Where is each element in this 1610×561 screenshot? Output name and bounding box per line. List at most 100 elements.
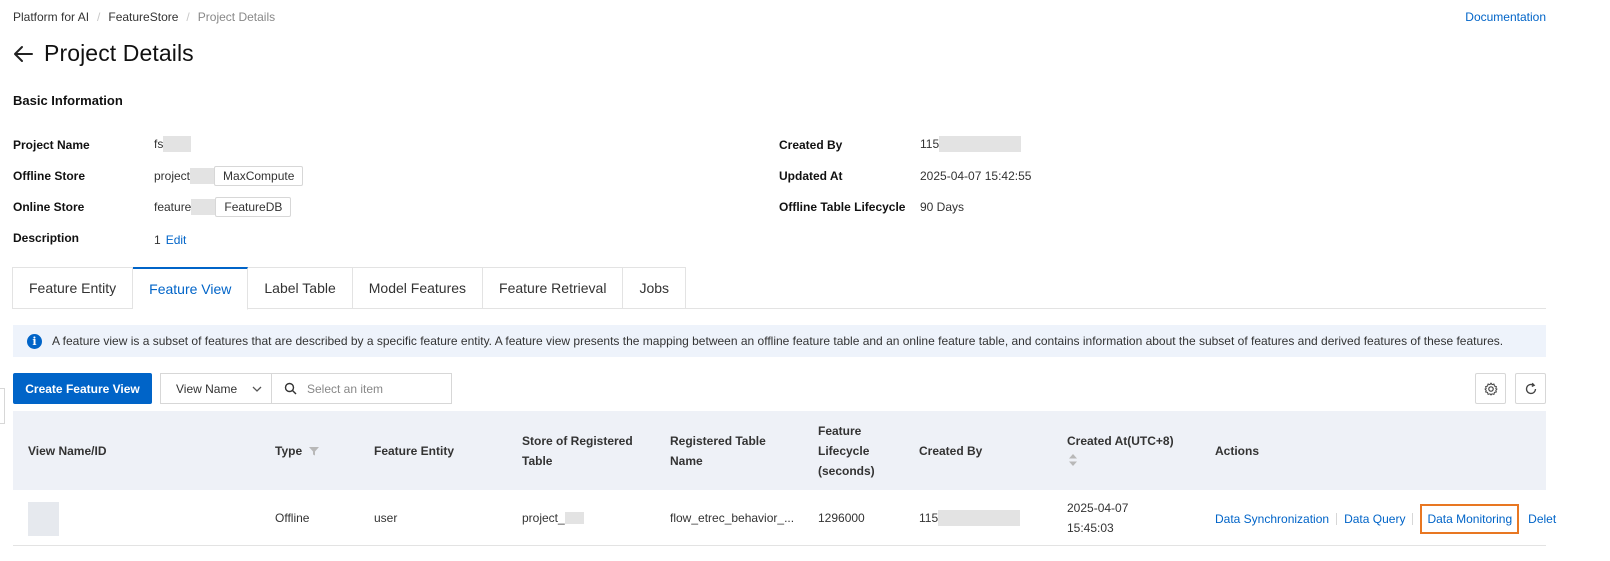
created-by-text: 115 — [920, 137, 940, 151]
lifecycle-value: 90 Days — [920, 200, 965, 214]
redacted-mask — [190, 168, 215, 184]
cell-created-date: 2025-04-07 — [1067, 501, 1129, 515]
refresh-icon — [1525, 382, 1536, 394]
cell-created-by-text: 115 — [919, 511, 939, 525]
tab-bar: Feature Entity Feature View Label Table … — [12, 267, 1546, 310]
cell-type: Offline — [275, 511, 310, 525]
cell-entity: user — [374, 511, 398, 525]
column-header-lifecycle-line: Feature — [818, 424, 862, 438]
gear-icon — [1484, 382, 1497, 395]
redacted-mask — [163, 136, 192, 152]
breadcrumb: Platform for AI / FeatureStore / Project… — [13, 10, 275, 24]
breadcrumb-separator: / — [186, 10, 190, 24]
delete-link[interactable]: Delet — [1528, 509, 1556, 529]
chevron-down-icon — [252, 386, 262, 392]
data-synchronization-link[interactable]: Data Synchronization — [1215, 509, 1329, 529]
tab-model-features[interactable]: Model Features — [352, 267, 484, 309]
create-feature-view-button[interactable]: Create Feature View — [13, 373, 152, 404]
sort-icon[interactable] — [1068, 453, 1078, 467]
breadcrumb-item-pai[interactable]: Platform for AI — [13, 10, 89, 24]
info-alert: i A feature view is a subset of features… — [13, 325, 1546, 357]
cell-created-at: 2025-04-07 15:45:03 — [1067, 498, 1128, 538]
online-store-value: feature FeatureDB — [154, 197, 292, 217]
column-header-table-name: Registered Table Name — [670, 431, 766, 471]
column-header-table-name-line: Name — [670, 454, 703, 468]
cell-created-by: 115 — [919, 508, 1021, 528]
tab-feature-view[interactable]: Feature View — [133, 267, 249, 310]
online-store-label: Online Store — [13, 200, 85, 214]
column-header-created-by: Created By — [919, 444, 983, 458]
refresh-button[interactable] — [1515, 373, 1546, 404]
cell-lifecycle: 1296000 — [818, 511, 865, 525]
filter-icon[interactable] — [308, 445, 320, 457]
description-text: 1 — [154, 233, 161, 247]
redacted-mask — [939, 136, 1022, 152]
tab-feature-retrieval[interactable]: Feature Retrieval — [483, 267, 624, 309]
column-header-created-at-text: Created At(UTC+8) — [1067, 434, 1174, 448]
offline-store-value: project MaxCompute — [154, 166, 304, 186]
column-header-actions: Actions — [1215, 444, 1260, 458]
column-header-name: View Name/ID — [28, 444, 107, 458]
tab-label-table[interactable]: Label Table — [248, 267, 353, 309]
updated-at-value: 2025-04-07 15:42:55 — [920, 169, 1032, 183]
project-name-value: fs — [154, 136, 192, 152]
column-header-lifecycle: Feature Lifecycle (seconds) — [818, 421, 875, 481]
title-row: Project Details — [12, 40, 194, 67]
online-store-text: feature — [154, 200, 192, 214]
tab-jobs[interactable]: Jobs — [623, 267, 687, 309]
back-arrow-icon[interactable] — [12, 43, 34, 65]
edit-description-link[interactable]: Edit — [166, 233, 187, 247]
table-header: View Name/ID Type Feature Entity Store o… — [13, 411, 1546, 490]
page-title: Project Details — [44, 40, 194, 66]
column-header-created-at: Created At(UTC+8) — [1067, 431, 1174, 473]
breadcrumb-item-current: Project Details — [197, 10, 276, 24]
side-panel-handle[interactable] — [0, 388, 5, 424]
column-header-table-name-line: Registered Table — [670, 434, 766, 448]
cell-store: project_ — [522, 508, 584, 528]
online-store-tag: FeatureDB — [215, 197, 292, 217]
redacted-mask — [191, 199, 216, 215]
created-by-label: Created By — [779, 138, 843, 152]
column-header-store-line: Store of Registered — [522, 434, 633, 448]
column-header-type: Type — [275, 441, 320, 461]
settings-button[interactable] — [1475, 373, 1506, 404]
project-name-label: Project Name — [13, 138, 90, 152]
table-row: Offline user project_ flow_etrec_behavio… — [13, 490, 1556, 546]
info-icon: i — [27, 333, 42, 349]
search-input[interactable] — [307, 381, 437, 396]
data-query-link[interactable]: Data Query — [1344, 509, 1405, 529]
search-icon — [284, 382, 297, 395]
documentation-link[interactable]: Documentation — [1465, 10, 1546, 24]
column-header-store-line: Table — [522, 454, 553, 468]
alert-text: A feature view is a subset of features t… — [52, 334, 1504, 348]
updated-at-label: Updated At — [779, 169, 843, 183]
redacted-view-name[interactable] — [28, 502, 59, 536]
tab-feature-entity[interactable]: Feature Entity — [12, 267, 134, 309]
action-separator — [1412, 513, 1414, 525]
breadcrumb-separator: / — [97, 10, 101, 24]
breadcrumb-item-featurestore[interactable]: FeatureStore — [108, 10, 178, 24]
data-monitoring-link[interactable]: Data Monitoring — [1420, 504, 1520, 534]
filter-field-select[interactable]: View Name — [160, 373, 272, 404]
search-box — [271, 373, 452, 404]
cell-created-time: 15:45:03 — [1067, 521, 1114, 535]
redacted-mask — [938, 510, 1021, 526]
description-value: 1 Edit — [154, 233, 186, 247]
cell-actions: Data Synchronization Data Query Data Mon… — [1215, 504, 1556, 534]
action-separator — [1336, 513, 1338, 525]
offline-store-text: project — [154, 169, 191, 183]
project-name-text: fs — [154, 137, 164, 151]
created-by-value: 115 — [920, 136, 1022, 152]
offline-store-label: Offline Store — [13, 169, 86, 183]
section-title-basic-info: Basic Information — [13, 93, 123, 108]
description-label: Description — [13, 231, 80, 245]
cell-store-text: project_ — [522, 511, 565, 525]
lifecycle-label: Offline Table Lifecycle — [779, 200, 906, 214]
offline-store-tag: MaxCompute — [214, 166, 304, 186]
column-header-type-text: Type — [275, 444, 303, 458]
cell-table-name: flow_etrec_behavior_... — [670, 511, 795, 525]
column-header-entity: Feature Entity — [374, 444, 455, 458]
column-header-lifecycle-line: (seconds) — [818, 464, 875, 478]
column-header-store: Store of Registered Table — [522, 431, 633, 471]
redacted-mask — [564, 512, 584, 524]
